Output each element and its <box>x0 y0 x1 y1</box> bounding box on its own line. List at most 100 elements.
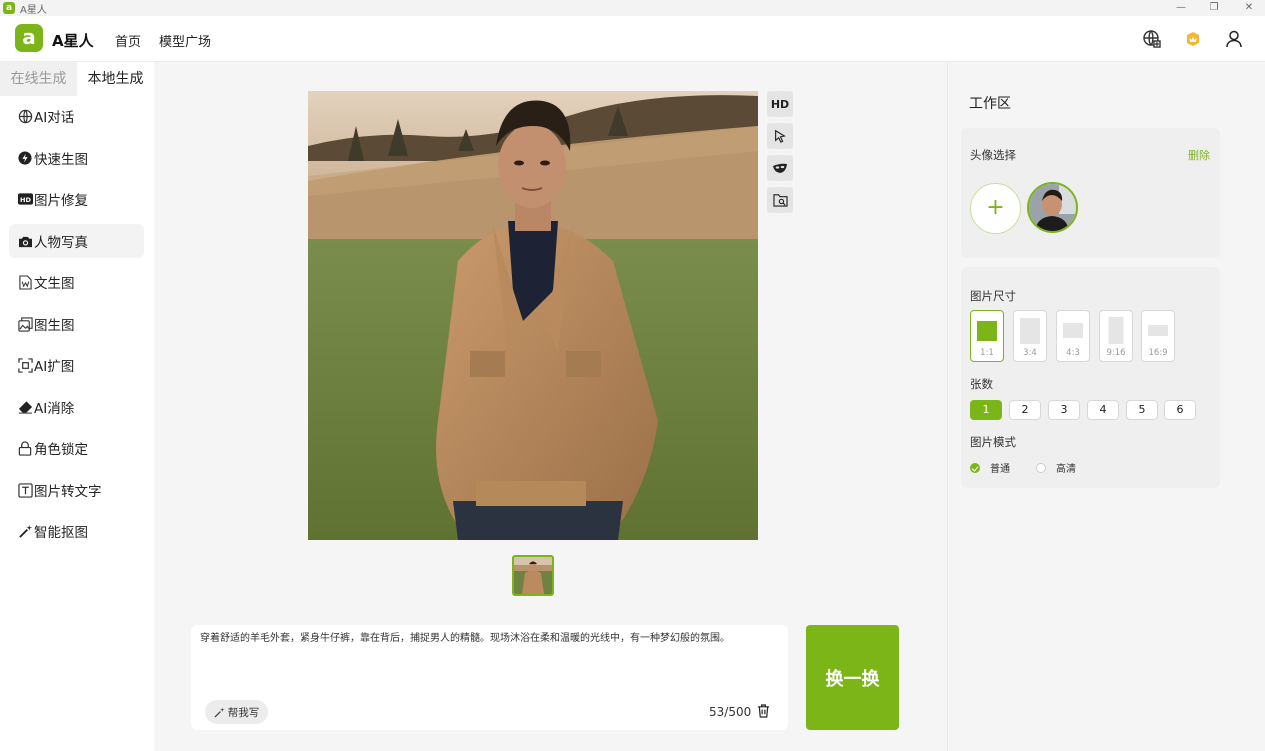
image-stack-icon <box>17 316 33 332</box>
result-thumbnail[interactable] <box>512 555 554 596</box>
sidebar-item-smart-cutout[interactable]: 智能抠图 <box>9 514 144 548</box>
word-doc-icon <box>17 274 33 290</box>
mode-option-label: 高清 <box>1056 464 1076 475</box>
camera-icon <box>17 233 33 249</box>
prompt-input[interactable]: 穿着舒适的羊毛外套，紧身牛仔裤，靠在背后，捕捉男人的精髓。现场沐浴在柔和温暖的光… <box>191 625 788 730</box>
hd-icon: HD <box>17 191 33 207</box>
sidebar-tabs: 在线生成 本地生成 <box>0 62 154 96</box>
mode-option-label: 普通 <box>990 464 1010 475</box>
app-name: A星人 <box>52 32 94 50</box>
count-option-1[interactable]: 1 <box>970 400 1002 420</box>
ratio-label: 1:1 <box>980 348 994 358</box>
ratio-option-4-3[interactable]: 4:3 <box>1056 310 1090 362</box>
sidebar-item-ai-expand[interactable]: AI扩图 <box>9 348 144 382</box>
eraser-icon <box>17 399 33 415</box>
mode-option-hd[interactable]: 高清 <box>1036 460 1076 475</box>
tab-online-generate[interactable]: 在线生成 <box>0 62 77 96</box>
hd-upscale-button[interactable]: HD <box>767 91 793 117</box>
sidebar-item-label: 文生图 <box>34 276 75 292</box>
app-header: a A星人 首页 模型广场 <box>0 16 1265 62</box>
char-counter: 53/500 <box>709 705 752 719</box>
sidebar: 在线生成 本地生成 AI对话 快速生图 HD 图片修复 人物写真 文生图 图生图… <box>0 62 154 751</box>
cursor-select-icon[interactable] <box>767 123 793 149</box>
ratio-option-16-9[interactable]: 16:9 <box>1141 310 1175 362</box>
nav-model-square[interactable]: 模型广场 <box>159 31 211 50</box>
svg-text:HD: HD <box>20 196 31 204</box>
sidebar-item-character-lock[interactable]: 角色锁定 <box>9 431 144 465</box>
folder-search-icon[interactable] <box>767 187 793 213</box>
trash-icon[interactable] <box>757 704 770 722</box>
sidebar-item-label: 图生图 <box>34 318 75 334</box>
sidebar-item-ai-erase[interactable]: AI消除 <box>9 390 144 424</box>
os-title-bar: a A星人 — ❐ ✕ <box>0 0 1265 16</box>
sidebar-item-image-to-image[interactable]: 图生图 <box>9 307 144 341</box>
delete-avatar-link[interactable]: 删除 <box>1188 147 1210 163</box>
sidebar-item-portrait[interactable]: 人物写真 <box>9 224 144 258</box>
sidebar-item-label: 快速生图 <box>34 152 88 168</box>
ratio-label: 16:9 <box>1148 348 1168 358</box>
text-box-icon <box>17 482 33 498</box>
wand-icon <box>214 706 225 718</box>
close-icon[interactable]: ✕ <box>1234 0 1264 16</box>
sidebar-item-label: 角色锁定 <box>34 442 88 458</box>
sidebar-item-ai-chat[interactable]: AI对话 <box>9 99 144 133</box>
count-label: 张数 <box>970 377 993 391</box>
image-mode-label: 图片模式 <box>970 435 1016 449</box>
generated-portrait-image[interactable] <box>308 91 758 540</box>
globe-icon <box>17 108 33 124</box>
prompt-text[interactable]: 穿着舒适的羊毛外套，紧身牛仔裤，靠在背后，捕捉男人的精髓。现场沐浴在柔和温暖的光… <box>200 629 780 644</box>
sidebar-item-label: AI消除 <box>34 401 75 417</box>
radio-unchecked-icon <box>1036 462 1046 473</box>
app-small-icon: a <box>3 2 15 14</box>
image-size-label: 图片尺寸 <box>970 289 1016 303</box>
ratio-option-1-1[interactable]: 1:1 <box>970 310 1004 362</box>
magic-wand-icon <box>17 523 33 539</box>
ratio-option-3-4[interactable]: 3:4 <box>1013 310 1047 362</box>
sidebar-item-label: AI对话 <box>34 110 75 126</box>
count-option-5[interactable]: 5 <box>1126 400 1158 420</box>
ratio-label: 9:16 <box>1106 348 1126 358</box>
ratio-shape <box>1063 323 1083 338</box>
ratio-shape <box>1020 318 1040 344</box>
count-option-4[interactable]: 4 <box>1087 400 1119 420</box>
vip-crown-icon[interactable] <box>1181 27 1205 51</box>
help-me-write-button[interactable]: 帮我写 <box>205 700 268 724</box>
radio-checked-icon <box>970 462 980 473</box>
face-mask-icon[interactable] <box>767 155 793 181</box>
count-option-6[interactable]: 6 <box>1164 400 1196 420</box>
window-title: A星人 <box>20 4 47 16</box>
app-logo: a <box>15 24 43 52</box>
nav-home[interactable]: 首页 <box>115 31 141 50</box>
sidebar-item-label: 人物写真 <box>34 235 88 251</box>
avatar-select-label: 头像选择 <box>970 148 1016 162</box>
add-avatar-button[interactable]: + <box>970 183 1021 234</box>
ratio-label: 3:4 <box>1023 348 1037 358</box>
sidebar-item-label: 智能抠图 <box>34 525 88 541</box>
ratio-shape <box>977 321 997 341</box>
sidebar-item-image-to-text[interactable]: 图片转文字 <box>9 473 144 507</box>
sidebar-item-text-to-image[interactable]: 文生图 <box>9 265 144 299</box>
workspace-title: 工作区 <box>969 96 1011 112</box>
ratio-shape <box>1108 317 1124 344</box>
regenerate-button[interactable]: 换一换 <box>806 625 899 730</box>
tab-local-generate[interactable]: 本地生成 <box>77 62 154 96</box>
lock-icon <box>17 440 33 456</box>
mode-option-normal[interactable]: 普通 <box>970 460 1010 475</box>
minimize-icon[interactable]: — <box>1166 0 1196 16</box>
count-option-2[interactable]: 2 <box>1009 400 1041 420</box>
ratio-option-9-16[interactable]: 9:16 <box>1099 310 1133 362</box>
bolt-icon <box>17 150 33 166</box>
maximize-icon[interactable]: ❐ <box>1199 0 1229 16</box>
avatar[interactable] <box>1027 182 1078 233</box>
sidebar-item-image-repair[interactable]: HD 图片修复 <box>9 182 144 216</box>
sidebar-item-label: 图片转文字 <box>34 484 102 500</box>
help-me-write-label: 帮我写 <box>227 706 260 719</box>
language-globe-icon[interactable] <box>1140 27 1164 51</box>
ratio-shape <box>1148 325 1168 336</box>
expand-icon <box>17 357 33 373</box>
sidebar-item-label: AI扩图 <box>34 359 75 375</box>
user-icon[interactable] <box>1222 27 1246 51</box>
sidebar-item-quick-generate[interactable]: 快速生图 <box>9 141 144 175</box>
ratio-label: 4:3 <box>1066 348 1080 358</box>
count-option-3[interactable]: 3 <box>1048 400 1080 420</box>
